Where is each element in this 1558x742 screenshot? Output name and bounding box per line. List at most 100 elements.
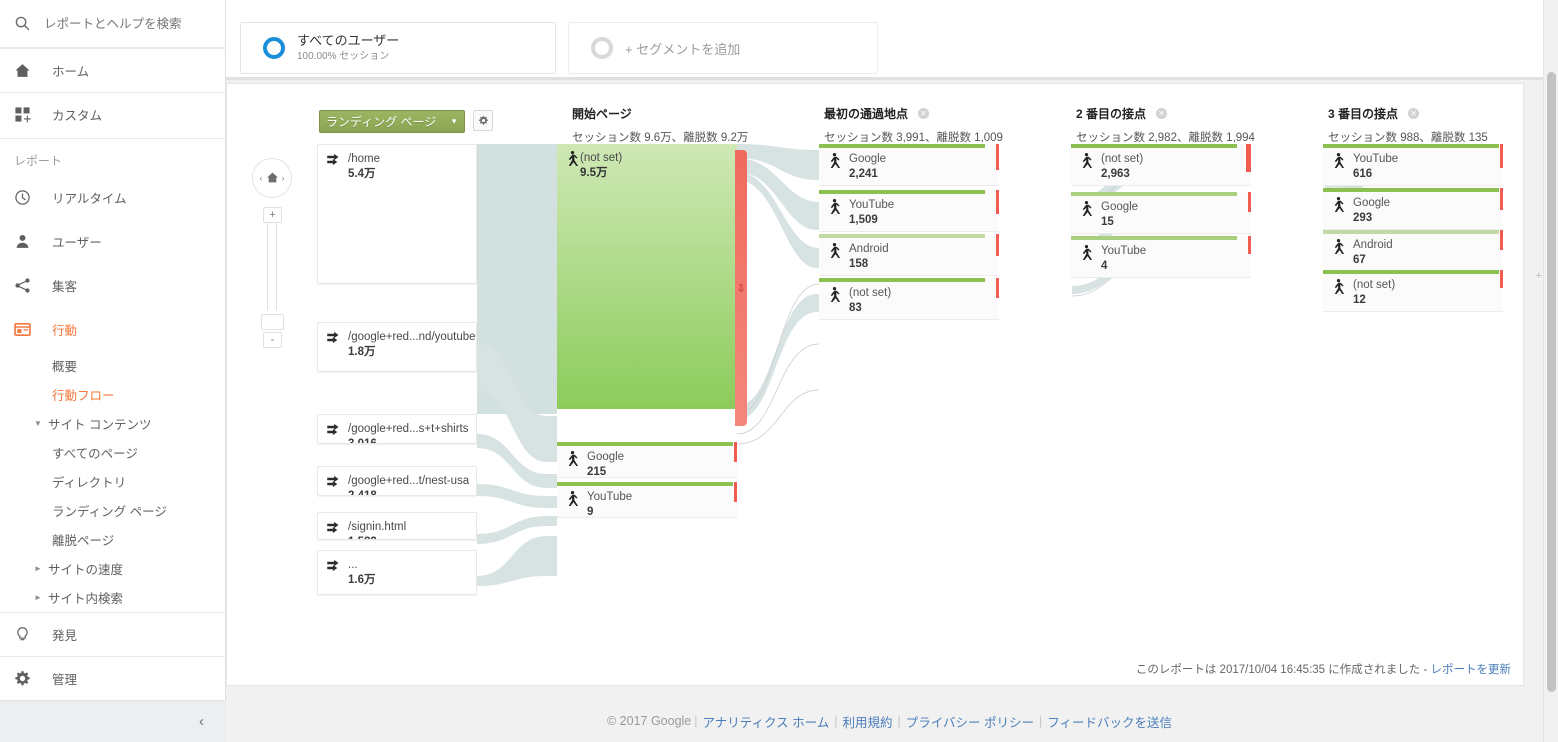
node-green-bar	[819, 278, 985, 282]
node-label: (not set)	[1101, 153, 1144, 165]
flow-node-landing-shirts[interactable]: /google+red...s+t+shirts 3,016	[317, 414, 477, 444]
flow-node-i3-android[interactable]: Android 67	[1323, 230, 1503, 272]
person-walking-icon	[565, 150, 580, 170]
node-value: 67	[1353, 254, 1366, 266]
node-green-bar	[1071, 192, 1237, 196]
flow-home-button[interactable]: ‹ ›	[252, 158, 292, 198]
node-value: 5.4万	[348, 168, 376, 180]
report-generated-note: このレポートは 2017/10/04 16:45:35 に作成されました - レ…	[1136, 661, 1511, 677]
sidebar-item-directory[interactable]: ディレクトリ	[0, 467, 226, 496]
node-green-bar	[819, 190, 985, 194]
flow-node-i2-youtube[interactable]: YouTube 4	[1071, 236, 1251, 278]
sidebar-item-behavior-overview[interactable]: 概要	[0, 351, 226, 380]
person-walking-icon	[1079, 199, 1101, 220]
node-green-bar	[1323, 188, 1499, 192]
node-green-bar	[1323, 144, 1499, 148]
next-arrow-icon[interactable]: ›	[282, 173, 285, 183]
page-scrollbar[interactable]	[1543, 0, 1558, 742]
close-icon[interactable]: ✕	[1408, 108, 1420, 119]
sidebar-item-realtime[interactable]: リアルタイム	[0, 175, 226, 219]
flow-node-i1-youtube[interactable]: YouTube 1,509	[819, 190, 999, 232]
flow-node-i1-android[interactable]: Android 158	[819, 234, 999, 276]
flow-node-landing-nest[interactable]: /google+red...t/nest-usa 2,418	[317, 466, 477, 496]
flow-node-landing-youtube[interactable]: /google+red...nd/youtube 1.8万	[317, 322, 477, 372]
footer-link-privacy[interactable]: プライバシー ポリシー	[906, 712, 1034, 731]
sidebar-collapse-button[interactable]: ‹	[0, 700, 226, 742]
flow-node-i3-google[interactable]: Google 293	[1323, 188, 1503, 230]
sidebar-reports-scroll[interactable]: レポート リアルタイム ユーザー 集客 行動 概要 行動フロー ▼ サイト コン…	[0, 138, 226, 613]
flow-node-i3-notset[interactable]: (not set) 12	[1323, 270, 1503, 312]
node-dropoff-bar	[996, 278, 999, 298]
behavior-flow-panel: ランディング ページ ▼ 開始ページ セッション数 9.6万、離脱数 9.2万 …	[226, 83, 1524, 686]
zoom-out-button[interactable]: -	[263, 332, 282, 348]
close-icon[interactable]: ✕	[918, 108, 930, 119]
gear-icon	[14, 670, 44, 687]
zoom-slider-track[interactable]	[267, 208, 277, 310]
sidebar-group-site-speed[interactable]: ► サイトの速度	[0, 554, 226, 583]
zoom-in-button[interactable]: +	[263, 207, 282, 223]
report-generated-text: このレポートは 2017/10/04 16:45:35 に作成されました -	[1135, 664, 1428, 676]
node-label: YouTube	[1353, 153, 1399, 165]
person-walking-icon	[827, 151, 849, 172]
flow-node-start-google[interactable]: Google 215	[557, 442, 737, 478]
dimension-settings-button[interactable]	[473, 110, 493, 131]
node-label: Android	[849, 243, 889, 255]
prev-arrow-icon[interactable]: ‹	[260, 173, 263, 183]
chevron-down-icon: ▼	[34, 419, 42, 428]
zoom-slider-thumb[interactable]	[261, 314, 284, 330]
node-label: YouTube	[1101, 245, 1147, 257]
flow-node-i2-google[interactable]: Google 15	[1071, 192, 1251, 234]
footer-separator: |	[694, 714, 698, 728]
flow-node-start-notset[interactable]: (not set) 9.5万	[557, 144, 737, 409]
sidebar-item-discover[interactable]: 発見	[0, 612, 226, 656]
sidebar-group-site-content[interactable]: ▼ サイト コンテンツ	[0, 409, 226, 438]
flow-node-i1-notset[interactable]: (not set) 83	[819, 278, 999, 320]
sidebar-item-behavior-flow[interactable]: 行動フロー	[0, 380, 226, 409]
node-label: YouTube	[849, 199, 895, 211]
node-value: 215	[587, 466, 607, 478]
flow-node-i3-youtube[interactable]: YouTube 616	[1323, 144, 1503, 186]
sidebar-item-audience[interactable]: ユーザー	[0, 219, 226, 263]
sidebar-search[interactable]	[0, 0, 225, 48]
sidebar-item-realtime-label: リアルタイム	[52, 191, 127, 206]
node-green-bar	[557, 482, 733, 486]
footer-link-analytics-home[interactable]: アナリティクス ホーム	[703, 712, 830, 731]
node-value: 9.5万	[580, 167, 608, 179]
column-title: 2 番目の接点	[1076, 107, 1147, 121]
sidebar-item-admin[interactable]: 管理	[0, 656, 226, 700]
sidebar-item-home[interactable]: ホーム	[0, 48, 225, 92]
sidebar-item-custom-label: カスタム	[52, 109, 103, 123]
sidebar-item-exit-pages[interactable]: 離脱ページ	[0, 525, 226, 554]
sidebar-item-custom[interactable]: カスタム	[0, 92, 225, 136]
node-label: Google	[849, 153, 887, 165]
node-green-bar	[819, 144, 985, 148]
flow-node-landing-home[interactable]: /home 5.4万	[317, 144, 477, 284]
flow-node-i2-notset[interactable]: (not set) 2,963	[1071, 144, 1251, 186]
close-icon[interactable]: ✕	[1156, 108, 1168, 119]
sidebar-item-behavior[interactable]: 行動	[0, 307, 226, 351]
page-scrollbar-thumb[interactable]	[1547, 72, 1556, 692]
node-label: /google+red...nd/youtube	[348, 331, 476, 343]
flow-node-i1-google[interactable]: Google 2,241	[819, 144, 999, 186]
update-report-link[interactable]: レポートを更新	[1431, 664, 1512, 676]
flow-node-start-youtube[interactable]: YouTube 9	[557, 482, 737, 518]
node-green-bar	[819, 234, 985, 238]
flow-node-landing-other[interactable]: ... 1.6万	[317, 550, 477, 595]
sidebar-item-landing-pages[interactable]: ランディング ページ	[0, 496, 226, 525]
resize-plus-icon: +	[1535, 270, 1542, 282]
column-title: 開始ページ	[572, 107, 632, 121]
sidebar-item-all-pages[interactable]: すべてのページ	[0, 438, 226, 467]
sidebar-group-site-search[interactable]: ► サイト内検索	[0, 583, 226, 612]
footer-link-terms[interactable]: 利用規約	[843, 712, 893, 731]
landing-page-icon	[326, 557, 348, 576]
sidebar-item-acquisition[interactable]: 集客	[0, 263, 226, 307]
add-segment-button[interactable]: + セグメントを追加	[568, 22, 878, 74]
clock-icon	[14, 189, 44, 206]
dimension-select[interactable]: ランディング ページ ▼	[319, 110, 465, 133]
search-input[interactable]	[44, 16, 204, 31]
node-dropoff-bar	[1246, 144, 1251, 172]
flow-node-landing-signin[interactable]: /signin.html 1,583	[317, 512, 477, 540]
segment-all-users[interactable]: すべてのユーザー 100.00% セッション	[240, 22, 556, 74]
footer-separator: |	[897, 714, 901, 728]
footer-link-feedback[interactable]: フィードバックを送信	[1047, 712, 1172, 731]
